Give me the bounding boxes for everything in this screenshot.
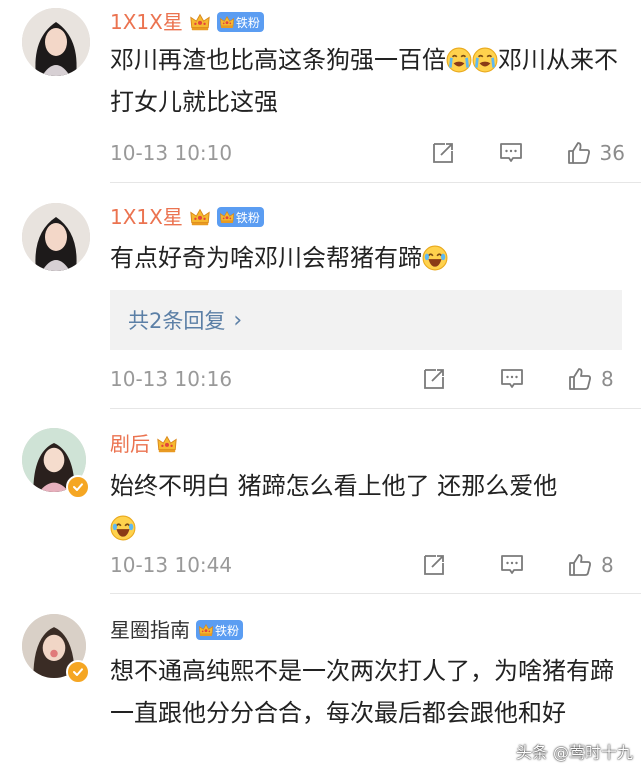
crown-icon — [156, 433, 178, 455]
fan-badge: 铁粉 — [216, 207, 264, 227]
username[interactable]: 1X1X星 — [110, 7, 183, 37]
comment-text: 邓川再渣也比高这条狗强一百倍 邓川从来不打女儿就比这强 — [110, 46, 618, 116]
crying-emoji-icon — [446, 47, 472, 73]
crown-icon — [219, 209, 235, 225]
watermark: 头条 @莺时十九 — [515, 743, 633, 762]
verified-badge-icon — [66, 660, 90, 684]
repost-icon[interactable] — [421, 552, 447, 578]
comment-icon[interactable] — [499, 552, 525, 578]
username[interactable]: 1X1X星 — [110, 202, 183, 232]
timestamp: 10-13 10:16 — [110, 367, 233, 391]
fan-badge: 铁粉 — [216, 12, 264, 32]
like-icon[interactable] — [567, 552, 593, 578]
chevron-right-icon: › — [233, 307, 243, 333]
laugh-cry-emoji-icon — [422, 245, 448, 271]
verified-badge-icon — [66, 475, 90, 499]
crown-icon — [219, 14, 235, 30]
replies-link[interactable]: 共2条回复 › — [110, 290, 622, 350]
like-count: 8 — [601, 553, 614, 577]
repost-icon[interactable] — [421, 366, 447, 392]
avatar[interactable] — [22, 203, 90, 271]
comment-item: 1X1X星 铁粉 有点好奇为啥邓川会帮猪有蹄 共2条回复 › 10-13 10:… — [0, 183, 641, 408]
like-count: 36 — [599, 141, 625, 165]
laugh-cry-emoji-icon — [110, 515, 136, 541]
repost-icon[interactable] — [430, 140, 456, 166]
avatar[interactable] — [22, 8, 90, 76]
crown-icon — [189, 11, 211, 33]
comment-text: 有点好奇为啥邓川会帮猪有蹄 — [110, 237, 625, 279]
like-icon[interactable] — [566, 140, 592, 166]
comment-item: 1X1X星 铁粉 邓川再渣也比高这条狗强一百倍 邓川从来不打女儿就比这强 10-1… — [0, 0, 641, 182]
timestamp: 10-13 10:44 — [110, 553, 233, 577]
fan-badge: 铁粉 — [196, 620, 244, 640]
comment-icon[interactable] — [499, 366, 525, 392]
comment-icon[interactable] — [498, 140, 524, 166]
crown-icon — [189, 206, 211, 228]
username[interactable]: 星圈指南 — [110, 615, 190, 645]
crying-emoji-icon — [472, 47, 498, 73]
comment-text: 始终不明白 猪蹄怎么看上他了 还那么爱他 — [110, 465, 625, 549]
timestamp: 10-13 10:10 — [110, 141, 233, 165]
like-icon[interactable] — [567, 366, 593, 392]
username[interactable]: 剧后 — [110, 429, 150, 459]
crown-icon — [198, 622, 214, 638]
comment-item: 剧后 始终不明白 猪蹄怎么看上他了 还那么爱他 10-13 10:44 8 — [0, 409, 641, 593]
comment-text: 想不通高纯熙不是一次两次打人了，为啥猪有蹄一直跟他分分合合，每次最后都会跟他和好 — [110, 657, 614, 727]
like-count: 8 — [601, 367, 614, 391]
